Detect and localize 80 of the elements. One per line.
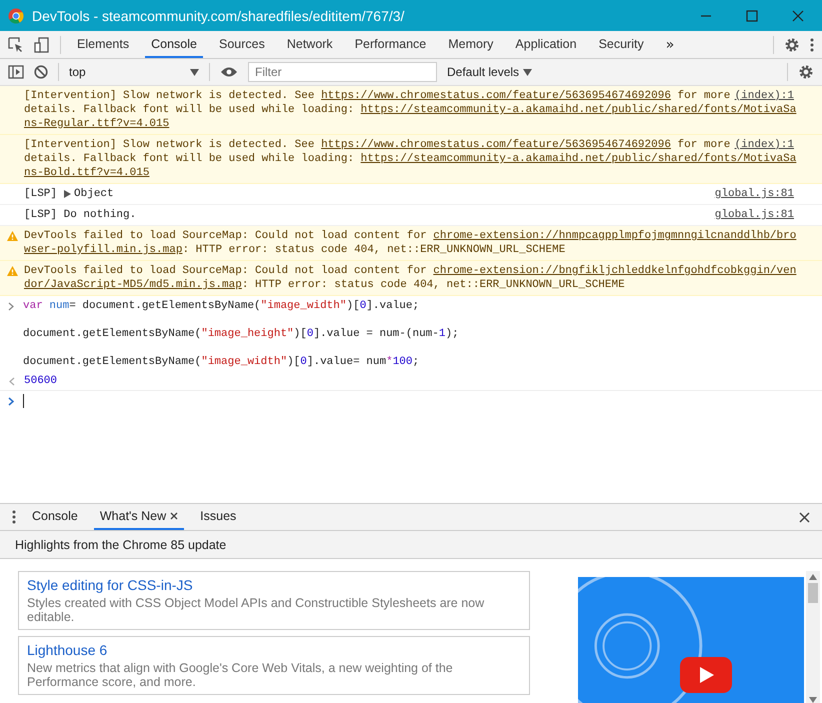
code-line: document.getElementsByName("image_width")[0].value= num*100; (23, 355, 420, 369)
close-tab-icon[interactable] (170, 512, 178, 520)
device-toggle-icon[interactable] (34, 36, 50, 52)
message-text: [Intervention] Slow network is detected. See (24, 138, 316, 152)
url-link[interactable]: wser-polyfill.min.js.map (24, 243, 182, 257)
message-text: details. Fallback font will be used while loading: (24, 152, 356, 166)
browser-logo-icon (8, 8, 24, 24)
rings-drawing (594, 613, 660, 679)
more-tabs-button[interactable]: » (660, 36, 680, 52)
drawer-header: Highlights from the Chrome 85 update (15, 538, 226, 552)
card-title: Lighthouse 6 (27, 642, 108, 658)
scroll-down-icon[interactable] (809, 697, 817, 703)
card-title: Style editing for CSS-in-JS (27, 577, 194, 593)
result-value: 50600 (24, 374, 58, 388)
log-levels-dropdown[interactable]: Default levels (447, 65, 532, 79)
scrollbar[interactable] (806, 571, 820, 703)
card-description: New metrics that align with Google's Core Web Vitals, a new weighting of the Performance score, and more. (27, 661, 454, 689)
code-line: var num= document.getElementsByName("image_width")[0].value; (23, 299, 420, 313)
panel-tab[interactable]: Security (592, 31, 650, 58)
source-link[interactable]: (index):1 (734, 138, 794, 152)
panel-tab[interactable]: Network (280, 31, 339, 58)
feature-card[interactable]: Style editing for CSS-in-JS Styles created with CSS Object Model APIs and Constructible Stylesheets are now editable. (18, 571, 530, 630)
card-description: Styles created with CSS Object Model APIs and Constructible Stylesheets are now editable. (27, 596, 486, 624)
close-icon[interactable] (792, 10, 804, 22)
drawer-menu-icon[interactable] (12, 510, 16, 524)
console-settings-icon[interactable] (798, 64, 814, 80)
message-text: for more (676, 138, 730, 152)
sidebar-toggle-icon[interactable] (8, 65, 24, 79)
url-link[interactable]: https://www.chromestatus.com/feature/5636954674692096 (321, 89, 671, 103)
warning-icon (7, 231, 18, 241)
message-text: [LSP] Do nothing. (24, 208, 136, 222)
caret-icon (190, 68, 199, 76)
filter-field[interactable]: Filter (248, 62, 437, 82)
message-text: details. Fallback font will be used while loading: (24, 103, 356, 117)
clear-console-icon[interactable] (34, 65, 48, 79)
url-link[interactable]: https://www.chromestatus.com/feature/5636954674692096 (321, 138, 671, 152)
eye-icon[interactable] (220, 66, 238, 78)
window-title: DevTools - steamcommunity.com/sharedfiles/edititem/767/3/ (32, 8, 404, 24)
message-text: for more (676, 89, 730, 103)
panel-tab[interactable]: Memory (442, 31, 500, 58)
play-icon[interactable] (680, 657, 732, 693)
maximize-icon[interactable] (746, 10, 758, 22)
video-thumbnail[interactable] (578, 577, 804, 703)
message-text: : HTTP error: status code 404, net::ERR_UNKNOWN_URL_SCHEME (182, 243, 566, 257)
code-line: document.getElementsByName("image_height")[0].value = num-(num-1); (23, 327, 459, 341)
expand-triangle-icon[interactable] (64, 190, 72, 198)
object-label[interactable]: Object (74, 187, 114, 201)
more-options-icon[interactable] (810, 38, 814, 52)
source-link[interactable]: (index):1 (734, 89, 794, 103)
close-drawer-icon[interactable] (799, 512, 810, 522)
url-link[interactable]: ns-Bold.ttf?v=4.015 (24, 166, 150, 180)
message-text: DevTools failed to load SourceMap: Could not load content for (24, 229, 428, 243)
message-text: : HTTP error: status code 404, net::ERR_UNKNOWN_URL_SCHEME (242, 278, 625, 292)
url-link[interactable]: https://steamcommunity-a.akamaihd.net/public/shared/fonts/MotivaSa (360, 152, 796, 166)
input-prompt-icon (8, 302, 14, 311)
settings-icon[interactable] (784, 36, 800, 52)
drawer-tab[interactable]: Console (26, 504, 84, 530)
warning-icon (7, 266, 18, 276)
caret-icon (523, 68, 532, 76)
panel-tab[interactable]: Performance (348, 31, 432, 58)
panel-tab[interactable]: Elements (71, 31, 136, 58)
inspect-element-icon[interactable] (8, 36, 24, 52)
scroll-thumb[interactable] (808, 583, 818, 603)
feature-card[interactable]: Lighthouse 6 New metrics that align with Google's Core Web Vitals, a new weighting of the Performance score, and more. (18, 636, 530, 695)
prompt-icon (8, 397, 14, 406)
message-text: [Intervention] Slow network is detected. See (24, 89, 316, 103)
source-link[interactable]: global.js:81 (714, 187, 794, 201)
url-link[interactable]: chrome-extension://hnmpcagpplmpfojmgmnngilcnanddlhb/bro (433, 229, 796, 243)
drawer-tab[interactable]: Issues (194, 504, 242, 530)
source-link[interactable]: global.js:81 (714, 208, 794, 222)
url-link[interactable]: ns-Regular.ttf?v=4.015 (24, 117, 170, 131)
url-link[interactable]: https://steamcommunity-a.akamaihd.net/public/shared/fonts/MotivaSa (360, 103, 796, 117)
scroll-up-icon[interactable] (809, 574, 817, 580)
message-text: DevTools failed to load SourceMap: Could not load content for (24, 264, 428, 278)
message-text: [LSP] (24, 187, 58, 201)
url-link[interactable]: dor/JavaScript-MD5/md5.min.js.map (24, 278, 242, 292)
url-link[interactable]: chrome-extension://bngfikljchleddkelnfgohdfcobkggin/ven (433, 264, 796, 278)
context-selector[interactable]: top (69, 65, 199, 79)
panel-tab[interactable]: Sources (212, 31, 271, 58)
panel-tab[interactable]: Application (509, 31, 583, 58)
